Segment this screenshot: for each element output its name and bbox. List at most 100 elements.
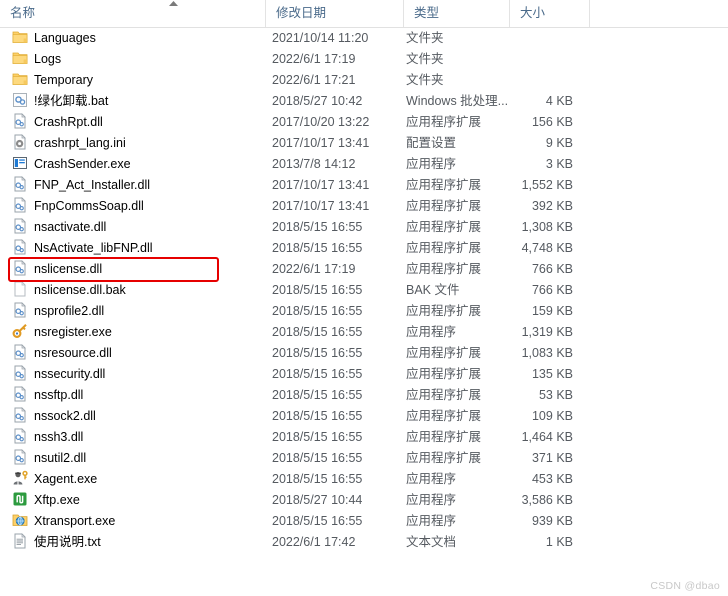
table-row[interactable]: nssecurity.dll 2018/5/15 16:55 应用程序扩展 135 K… <box>0 364 728 385</box>
table-row[interactable]: nslicense.dll.bak 2018/5/15 16:55 BAK 文件 76… <box>0 280 728 301</box>
file-name-label: nssftp.dll <box>34 388 84 402</box>
file-size-cell: 1,552 KB <box>521 178 573 192</box>
file-type-cell: 应用程序 <box>406 493 457 507</box>
dll-file-icon <box>12 365 28 381</box>
column-header-name[interactable]: 名称 <box>0 0 265 27</box>
file-size-cell <box>509 49 581 70</box>
table-row[interactable]: NsActivate_libFNP.dll 2018/5/15 16:55 应用程序… <box>0 238 728 259</box>
file-name-label: NsActivate_libFNP.dll <box>34 241 153 255</box>
file-type-cell: 应用程序扩展 <box>406 304 482 318</box>
file-date-cell: 2018/5/15 16:55 <box>272 451 363 465</box>
file-name-label: Temporary <box>34 73 94 87</box>
table-row[interactable]: nssftp.dll 2018/5/15 16:55 应用程序扩展 53 KB <box>0 385 728 406</box>
file-name-cell[interactable]: Xagent.exe <box>0 469 265 490</box>
file-type-cell: 文件夹 <box>406 52 444 66</box>
dll-file-icon <box>12 407 28 423</box>
table-row[interactable]: Xtransport.exe 2018/5/15 16:55 应用程序 939 KB <box>0 511 728 532</box>
file-type-cell: Windows 批处理... <box>406 94 509 108</box>
table-row[interactable]: Logs 2022/6/1 17:19 文件夹 <box>0 49 728 70</box>
file-type-cell: 应用程序扩展 <box>406 367 482 381</box>
file-size-cell: 766 KB <box>531 283 573 297</box>
column-header-type[interactable]: 类型 <box>403 0 509 27</box>
column-header-size-label: 大小 <box>520 6 546 20</box>
file-explorer-window: 名称 修改日期 类型 大小 Languages 2021/10/14 11:20 文… <box>0 0 728 596</box>
table-row[interactable]: nslicense.dll 2022/6/1 17:19 应用程序扩展 766 KB <box>0 259 728 280</box>
table-row[interactable]: nssock2.dll 2018/5/15 16:55 应用程序扩展 109 KB <box>0 406 728 427</box>
file-name-cell[interactable]: nsutil2.dll <box>0 448 265 469</box>
file-name-cell[interactable]: CrashRpt.dll <box>0 112 265 133</box>
table-row[interactable]: nsutil2.dll 2018/5/15 16:55 应用程序扩展 371 KB <box>0 448 728 469</box>
file-name-cell[interactable]: nslicense.dll.bak <box>0 280 265 301</box>
file-list[interactable]: Languages 2021/10/14 11:20 文件夹 Logs 2022/6/… <box>0 28 728 553</box>
column-header-date[interactable]: 修改日期 <box>265 0 403 27</box>
table-row[interactable]: nsactivate.dll 2018/5/15 16:55 应用程序扩展 1,308… <box>0 217 728 238</box>
table-row[interactable]: Xagent.exe 2018/5/15 16:55 应用程序 453 KB <box>0 469 728 490</box>
file-type-cell: 应用程序扩展 <box>406 241 482 255</box>
table-row[interactable]: crashrpt_lang.ini 2017/10/17 13:41 配置设置 9 K… <box>0 133 728 154</box>
file-name-cell[interactable]: !绿化卸载.bat <box>0 91 265 112</box>
file-size-cell: 3,586 KB <box>521 493 573 507</box>
table-row[interactable]: nssh3.dll 2018/5/15 16:55 应用程序扩展 1,464 KB <box>0 427 728 448</box>
file-size-cell: 392 KB <box>531 199 573 213</box>
dll-file-icon <box>12 113 28 129</box>
file-name-cell[interactable]: nssftp.dll <box>0 385 265 406</box>
file-name-cell[interactable]: nsprofile2.dll <box>0 301 265 322</box>
file-name-cell[interactable]: Xtransport.exe <box>0 511 265 532</box>
dll-file-icon <box>12 260 28 276</box>
file-name-cell[interactable]: Temporary <box>0 70 265 91</box>
file-name-cell[interactable]: NsActivate_libFNP.dll <box>0 238 265 259</box>
file-type-cell: 应用程序扩展 <box>406 220 482 234</box>
table-row[interactable]: FNP_Act_Installer.dll 2017/10/17 13:41 应用程… <box>0 175 728 196</box>
table-row[interactable]: 使用说明.txt 2022/6/1 17:42 文本文档 1 KB <box>0 532 728 553</box>
file-name-label: Logs <box>34 52 62 66</box>
file-name-label: nsresource.dll <box>34 346 112 360</box>
file-type-cell: 应用程序扩展 <box>406 409 482 423</box>
table-row[interactable]: !绿化卸载.bat 2018/5/27 10:42 Windows 批处理... 4 … <box>0 91 728 112</box>
file-date-cell: 2022/6/1 17:19 <box>272 262 356 276</box>
file-name-label: Xftp.exe <box>34 493 80 507</box>
table-row[interactable]: nsresource.dll 2018/5/15 16:55 应用程序扩展 1,083… <box>0 343 728 364</box>
file-name-cell[interactable]: nsregister.exe <box>0 322 265 343</box>
file-name-cell[interactable]: Languages <box>0 28 265 49</box>
key-icon <box>12 323 28 339</box>
file-type-cell: 文本文档 <box>406 535 457 549</box>
file-type-cell: 应用程序扩展 <box>406 430 482 444</box>
file-size-cell: 4,748 KB <box>521 241 573 255</box>
file-name-cell[interactable]: nssock2.dll <box>0 406 265 427</box>
file-type-cell: 文件夹 <box>406 31 444 45</box>
file-size-cell <box>509 70 581 91</box>
xtransport-icon <box>12 512 28 528</box>
file-name-cell[interactable]: FnpCommsSoap.dll <box>0 196 265 217</box>
text-file-icon <box>12 533 28 549</box>
file-date-cell: 2017/10/17 13:41 <box>272 178 370 192</box>
file-name-cell[interactable]: crashrpt_lang.ini <box>0 133 265 154</box>
ini-file-icon <box>12 134 28 150</box>
table-row[interactable]: Languages 2021/10/14 11:20 文件夹 <box>0 28 728 49</box>
file-name-cell[interactable]: nsactivate.dll <box>0 217 265 238</box>
file-name-cell[interactable]: Xftp.exe <box>0 490 265 511</box>
file-name-cell[interactable]: 使用说明.txt <box>0 532 265 553</box>
file-name-cell[interactable]: nsresource.dll <box>0 343 265 364</box>
table-row[interactable]: Xftp.exe 2018/5/27 10:44 应用程序 3,586 KB <box>0 490 728 511</box>
column-header-size[interactable]: 大小 <box>509 0 589 27</box>
table-row[interactable]: CrashRpt.dll 2017/10/20 13:22 应用程序扩展 156 KB <box>0 112 728 133</box>
file-name-cell[interactable]: Logs <box>0 49 265 70</box>
dll-file-icon <box>12 428 28 444</box>
file-name-cell[interactable]: CrashSender.exe <box>0 154 265 175</box>
file-name-cell[interactable]: nslicense.dll <box>0 259 265 280</box>
table-row[interactable]: nsprofile2.dll 2018/5/15 16:55 应用程序扩展 159 K… <box>0 301 728 322</box>
file-type-cell: 应用程序 <box>406 472 457 486</box>
table-row[interactable]: FnpCommsSoap.dll 2017/10/17 13:41 应用程序扩展 39… <box>0 196 728 217</box>
table-row[interactable]: nsregister.exe 2018/5/15 16:55 应用程序 1,319 K… <box>0 322 728 343</box>
table-row[interactable]: CrashSender.exe 2013/7/8 14:12 应用程序 3 KB <box>0 154 728 175</box>
file-type-cell: 应用程序 <box>406 157 457 171</box>
file-name-cell[interactable]: FNP_Act_Installer.dll <box>0 175 265 196</box>
file-type-cell: 应用程序扩展 <box>406 451 482 465</box>
file-name-cell[interactable]: nssh3.dll <box>0 427 265 448</box>
file-type-cell: 应用程序扩展 <box>406 388 482 402</box>
csdn-watermark: CSDN @dbao <box>650 580 720 592</box>
folder-icon <box>12 29 28 45</box>
file-size-cell: 109 KB <box>531 409 573 423</box>
table-row[interactable]: Temporary 2022/6/1 17:21 文件夹 <box>0 70 728 91</box>
file-name-cell[interactable]: nssecurity.dll <box>0 364 265 385</box>
